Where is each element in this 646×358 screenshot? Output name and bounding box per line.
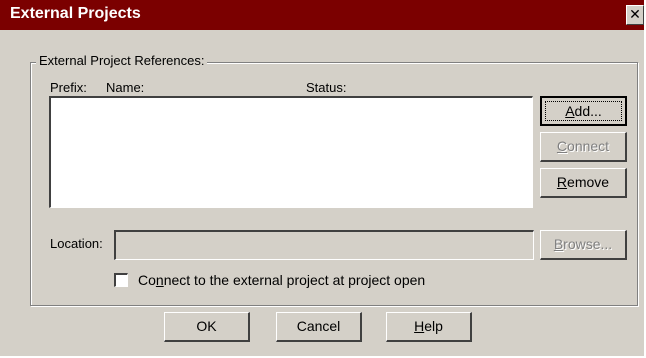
ok-button[interactable]: OK <box>164 312 250 342</box>
close-button[interactable]: ✕ <box>626 5 644 25</box>
connect-at-open-checkbox[interactable] <box>114 273 128 287</box>
remove-button[interactable]: Remove <box>540 168 627 198</box>
column-header-status: Status: <box>306 80 347 95</box>
group-label: External Project References: <box>36 53 208 68</box>
cancel-button[interactable]: Cancel <box>276 312 362 342</box>
window-title: External Projects <box>10 5 141 22</box>
location-label: Location: <box>50 236 103 251</box>
add-button[interactable]: Add... <box>540 96 627 126</box>
location-field[interactable] <box>114 230 534 260</box>
help-button[interactable]: Help <box>386 312 472 342</box>
close-icon: ✕ <box>629 6 641 22</box>
focus-rectangle <box>545 101 622 121</box>
connect-button[interactable]: Connect <box>540 132 627 162</box>
column-header-name: Name: <box>106 80 145 95</box>
external-projects-dialog: External Projects ✕ External Project Ref… <box>0 0 646 358</box>
title-bar[interactable]: External Projects ✕ <box>0 0 644 30</box>
browse-button[interactable]: Browse... <box>540 230 627 260</box>
column-header-prefix: Prefix: <box>50 80 87 95</box>
connect-at-open-label[interactable]: Connect to the external project at proje… <box>138 272 425 288</box>
references-list[interactable] <box>49 96 533 208</box>
